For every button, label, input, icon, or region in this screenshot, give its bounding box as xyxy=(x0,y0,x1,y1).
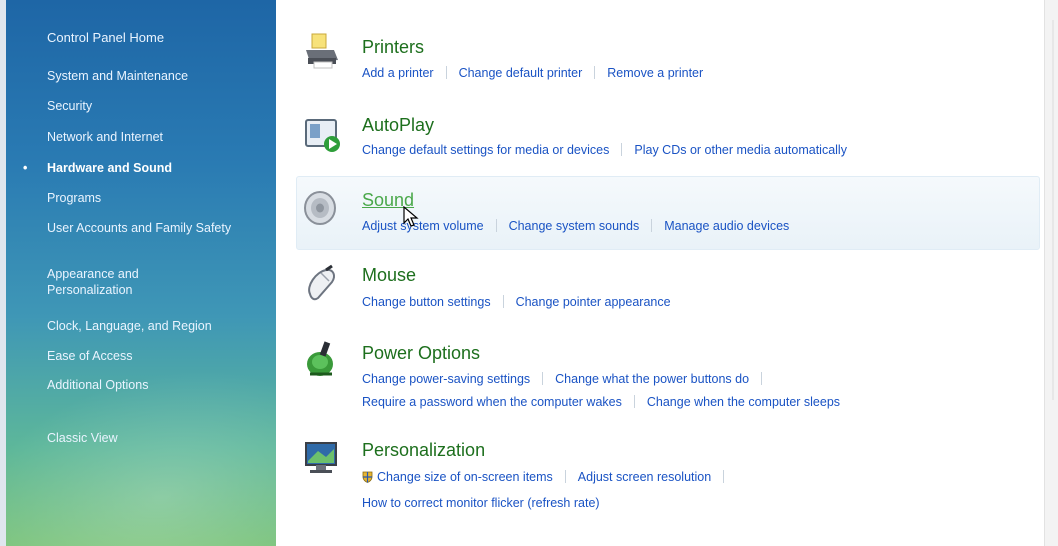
category-links-printers: Add a printer Change default printer Remov… xyxy=(362,64,703,82)
link-separator xyxy=(633,395,635,408)
link-separator xyxy=(502,295,504,308)
sidebar-item-programs[interactable]: Programs xyxy=(47,190,267,206)
category-title-personalization[interactable]: Personalization xyxy=(362,440,485,461)
speaker-icon xyxy=(304,191,336,225)
link-manage-audio-devices[interactable]: Manage audio devices xyxy=(664,219,789,233)
link-change-pointer-appearance[interactable]: Change pointer appearance xyxy=(516,295,671,309)
link-separator xyxy=(594,66,596,79)
selected-bullet: • xyxy=(23,161,28,175)
link-separator xyxy=(564,470,566,483)
autoplay-icon xyxy=(305,119,340,152)
sidebar-item-security[interactable]: Security xyxy=(47,98,267,114)
category-title-power-options[interactable]: Power Options xyxy=(362,343,480,364)
vertical-scrollbar[interactable] xyxy=(1044,0,1058,546)
sidebar-item-ease-of-access[interactable]: Ease of Access xyxy=(47,348,267,364)
link-change-system-sounds[interactable]: Change system sounds xyxy=(509,219,640,233)
sidebar-item-classic-view[interactable]: Classic View xyxy=(47,430,267,446)
category-links-autoplay: Change default settings for media or dev… xyxy=(362,141,847,159)
sidebar-item-system-and-maintenance[interactable]: System and Maintenance xyxy=(47,68,267,84)
link-require-password-on-wake[interactable]: Require a password when the computer wak… xyxy=(362,395,622,409)
link-change-size-on-screen-items[interactable]: Change size of on-screen items xyxy=(377,470,553,484)
main-content: Printers Add a printer Change default pri… xyxy=(276,0,1044,546)
printer-icon xyxy=(306,33,338,69)
category-links-personalization-row2: How to correct monitor flicker (refresh … xyxy=(362,494,600,512)
link-separator xyxy=(542,372,544,385)
sidebar: Control Panel Home System and Maintenanc… xyxy=(6,0,276,546)
sidebar-item-control-panel-home[interactable]: Control Panel Home xyxy=(47,30,267,46)
link-adjust-screen-resolution[interactable]: Adjust screen resolution xyxy=(578,470,711,484)
category-title-printers[interactable]: Printers xyxy=(362,37,424,58)
link-change-sleep-time[interactable]: Change when the computer sleeps xyxy=(647,395,840,409)
sidebar-item-clock-language-region[interactable]: Clock, Language, and Region xyxy=(47,318,267,334)
link-correct-monitor-flicker[interactable]: How to correct monitor flicker (refresh … xyxy=(362,496,600,510)
sidebar-item-network-and-internet[interactable]: Network and Internet xyxy=(47,129,267,145)
link-play-cds-automatically[interactable]: Play CDs or other media automatically xyxy=(634,143,847,157)
category-links-power-options: Change power-saving settings Change what … xyxy=(362,370,774,388)
scrollbar-track-line xyxy=(1052,20,1054,400)
link-change-default-printer[interactable]: Change default printer xyxy=(459,66,583,80)
uac-shield-icon xyxy=(362,471,373,483)
link-adjust-system-volume[interactable]: Adjust system volume xyxy=(362,219,484,233)
link-separator xyxy=(761,372,763,385)
category-links-personalization: Change size of on-screen items Adjust scr… xyxy=(362,468,736,486)
link-separator xyxy=(495,219,497,232)
sidebar-item-label: Hardware and Sound xyxy=(47,161,173,175)
link-remove-printer[interactable]: Remove a printer xyxy=(607,66,703,80)
category-links-mouse: Change button settings Change pointer app… xyxy=(362,293,671,311)
category-title-autoplay[interactable]: AutoPlay xyxy=(362,115,434,136)
personalization-icon xyxy=(305,442,337,473)
sidebar-item-appearance[interactable]: Appearance and Personalization xyxy=(47,266,197,298)
category-links-sound: Adjust system volume Change system sounds… xyxy=(362,217,789,235)
category-title-mouse[interactable]: Mouse xyxy=(362,265,416,286)
sidebar-item-user-accounts[interactable]: User Accounts and Family Safety xyxy=(47,220,247,236)
sidebar-item-hardware-and-sound[interactable]: • Hardware and Sound xyxy=(23,160,267,176)
link-change-default-settings-media[interactable]: Change default settings for media or dev… xyxy=(362,143,609,157)
link-separator xyxy=(723,470,725,483)
link-separator xyxy=(621,143,623,156)
link-change-button-settings[interactable]: Change button settings xyxy=(362,295,491,309)
sidebar-item-additional-options[interactable]: Additional Options xyxy=(47,377,267,393)
power-options-icon xyxy=(307,341,333,376)
mouse-pointer-icon xyxy=(403,206,419,227)
mouse-icon xyxy=(308,264,335,301)
category-links-power-options-row2: Require a password when the computer wak… xyxy=(362,393,840,411)
link-change-power-saving-settings[interactable]: Change power-saving settings xyxy=(362,372,530,386)
link-separator xyxy=(651,219,653,232)
link-separator xyxy=(445,66,447,79)
link-add-printer[interactable]: Add a printer xyxy=(362,66,434,80)
link-change-power-buttons[interactable]: Change what the power buttons do xyxy=(555,372,749,386)
